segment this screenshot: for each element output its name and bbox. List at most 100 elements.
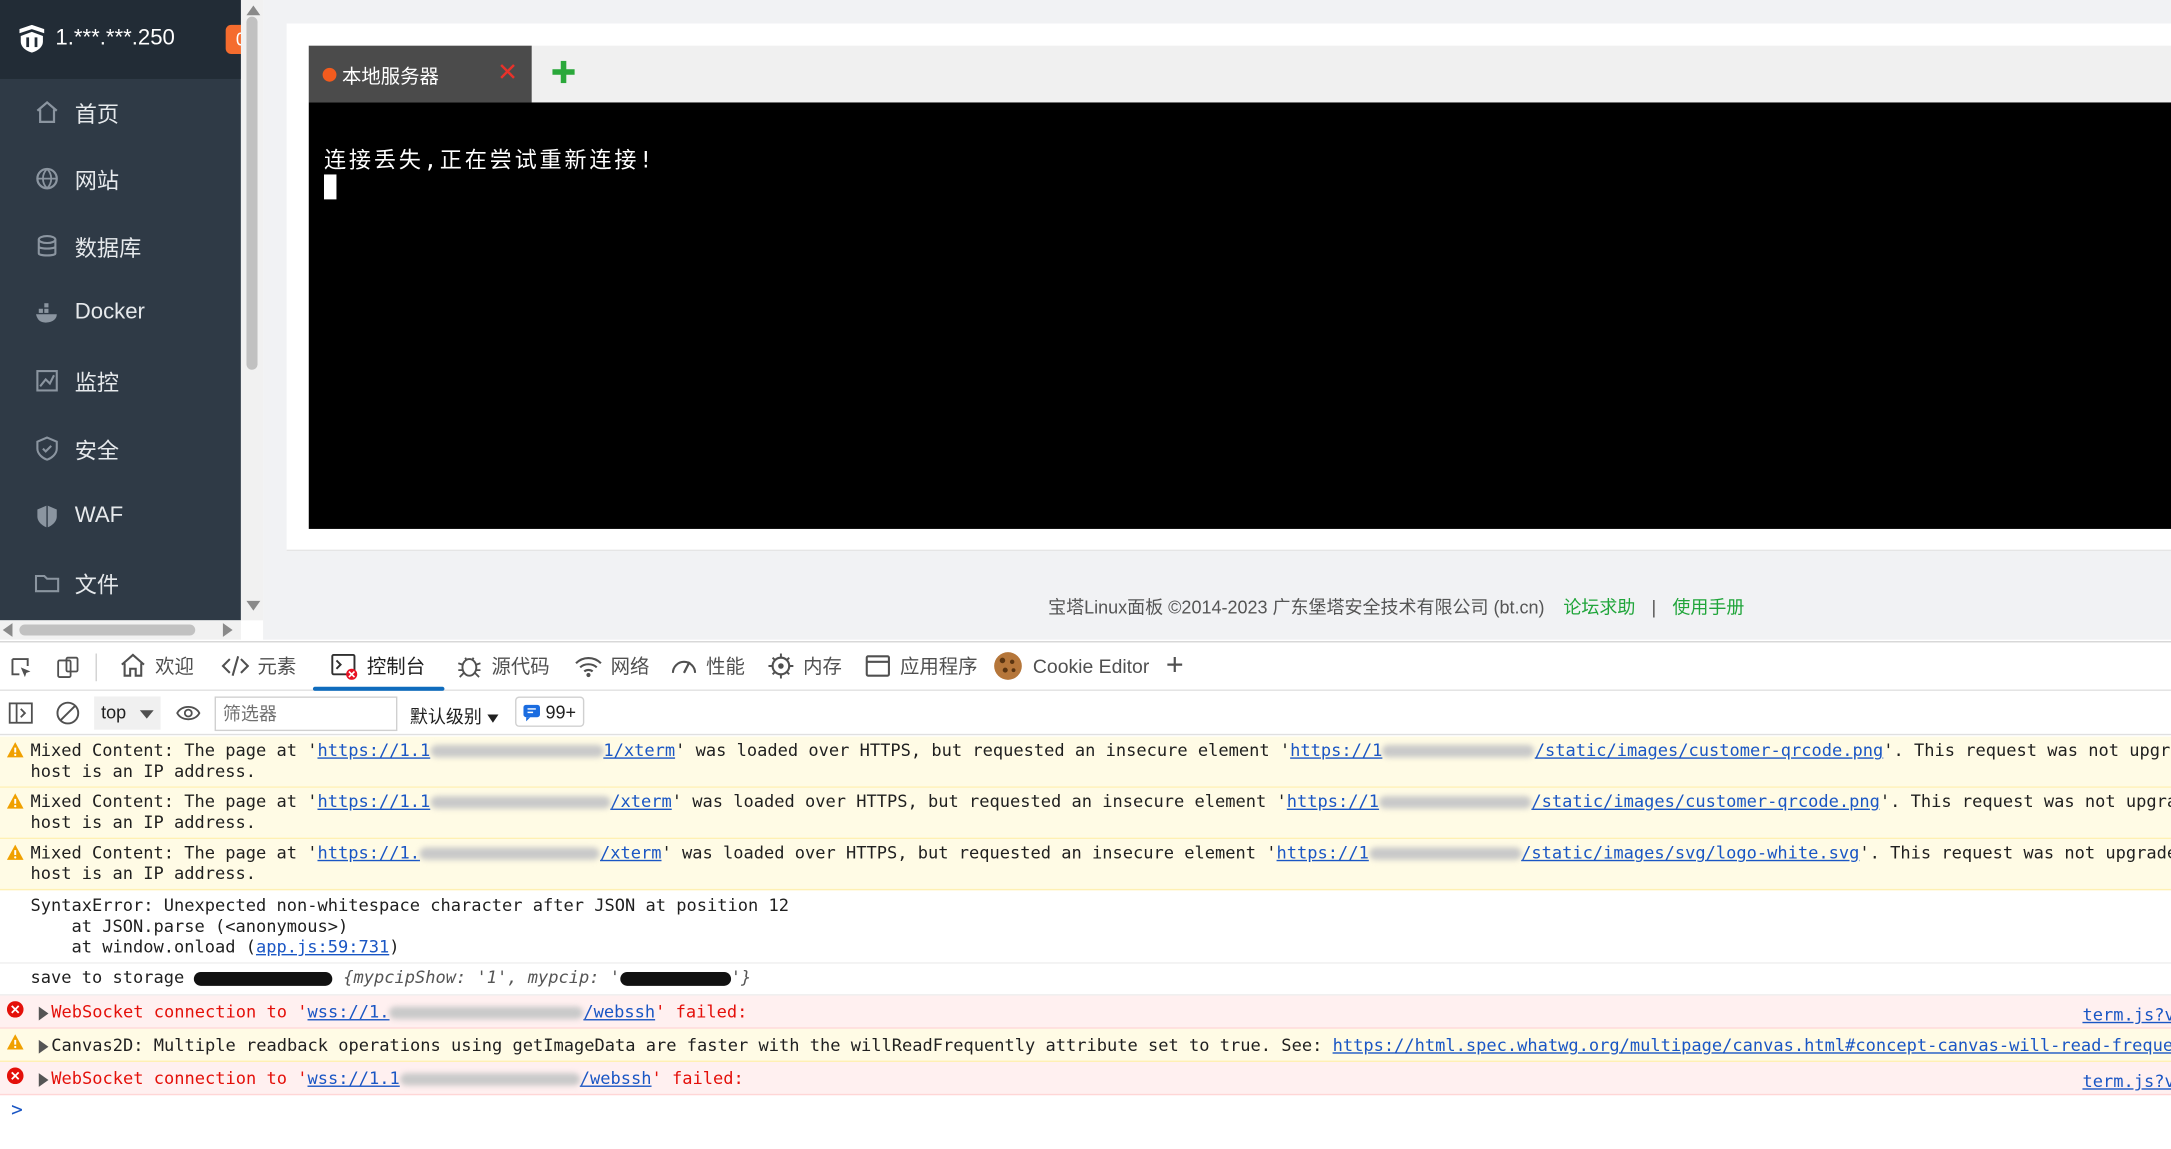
sidebar-item-files[interactable]: 文件 xyxy=(0,550,241,616)
expand-triangle-icon[interactable] xyxy=(38,1072,49,1087)
memory-chip-icon xyxy=(768,653,794,679)
sidebar-item-security[interactable]: 安全 xyxy=(0,415,241,481)
close-icon[interactable]: ✕ xyxy=(497,58,518,87)
page-url-link[interactable]: https://1./xterm xyxy=(317,843,661,862)
websocket-url-link[interactable]: wss://1.1/webssh xyxy=(308,1069,652,1088)
scroll-left-arrow-icon[interactable] xyxy=(2,623,13,637)
console-error-row[interactable]: WebSocket connection to 'wss://1.1/webss… xyxy=(0,1061,2171,1096)
shield-icon xyxy=(36,436,58,461)
folder-icon xyxy=(34,574,60,593)
tab-sources[interactable]: 源代码 xyxy=(456,642,550,689)
page-url-link[interactable]: https://1.1/xterm xyxy=(317,792,671,811)
context-value: top xyxy=(101,701,127,723)
sidebar-item-label: WAF xyxy=(74,503,124,528)
devtools-tab-bar: 欢迎 元素 控制台 源代码 网络 性能 内存 应用程序 Cookie Edito… xyxy=(0,641,2171,691)
page-url-link[interactable]: https://1.1 1/xterm xyxy=(317,741,675,760)
tab-performance[interactable]: 性能 xyxy=(670,642,745,689)
sidebar-item-website[interactable]: 网站 xyxy=(0,145,241,211)
sidebar-toggle-icon[interactable] xyxy=(8,702,33,724)
console-output: Mixed Content: The page at 'https://1.1 1… xyxy=(0,736,2171,1149)
console-log-row: save to storage {mypcipShow: '1', mypcip… xyxy=(0,964,2171,996)
device-emulation-icon[interactable] xyxy=(55,655,80,680)
server-ip: 1.***.***.250 xyxy=(55,26,175,50)
globe-icon xyxy=(36,167,58,190)
warning-icon xyxy=(6,1034,24,1050)
sidebar-item-monitor[interactable]: 监控 xyxy=(0,348,241,414)
console-message: WebSocket connection to 'wss://1.1/webss… xyxy=(38,1069,744,1090)
inspect-element-icon[interactable] xyxy=(8,655,33,680)
tab-label: Cookie Editor xyxy=(1032,654,1150,678)
message-count: 99+ xyxy=(545,701,577,723)
context-select[interactable]: top xyxy=(94,696,161,730)
sidebar: 1.***.***.250 0 首页 网站 数据库 Docker 监控 安全 xyxy=(0,0,257,621)
scroll-up-arrow-icon[interactable] xyxy=(246,5,261,16)
error-icon xyxy=(6,1067,24,1085)
sidebar-item-waf[interactable]: WAF xyxy=(0,483,241,549)
source-link[interactable]: term.js?v xyxy=(2082,1005,2171,1024)
storage-object[interactable]: {mypcipShow: '1', mypcip: ' '} xyxy=(343,968,751,987)
console-message: save to storage {mypcipShow: '1', mypcip… xyxy=(30,967,752,988)
add-panel-button[interactable]: + xyxy=(1166,647,1184,683)
resource-url-link[interactable]: https://1/static/images/svg/logo-white.s… xyxy=(1277,843,1860,862)
sidebar-vertical-scrollbar[interactable] xyxy=(240,0,264,621)
tab-application[interactable]: 应用程序 xyxy=(864,642,978,689)
chevron-down-icon xyxy=(139,710,154,719)
tab-welcome[interactable]: 欢迎 xyxy=(119,642,194,689)
home-icon xyxy=(121,653,145,677)
message-count-button[interactable]: 99+ xyxy=(515,696,585,727)
scroll-down-arrow-icon[interactable] xyxy=(246,600,261,611)
websocket-url-link[interactable]: wss://1./webssh xyxy=(308,1002,656,1021)
tab-cookie-editor[interactable]: Cookie Editor xyxy=(991,642,1149,689)
scrollbar-thumb[interactable] xyxy=(246,16,258,370)
server-header[interactable]: 1.***.***.250 0 xyxy=(0,0,257,79)
resource-url-link[interactable]: https://1/static/images/customer-qrcode.… xyxy=(1290,741,1883,760)
log-level-dropdown[interactable]: 默认级别 xyxy=(410,702,499,728)
scrollbar-thumb[interactable] xyxy=(19,624,196,636)
console-message: Canvas2D: Multiple readback operations u… xyxy=(38,1036,2171,1057)
add-tab-icon[interactable] xyxy=(548,57,578,87)
console-icon xyxy=(331,653,358,680)
console-warning-row: Mixed Content: The page at 'https://1.1 1… xyxy=(0,736,2171,788)
tab-memory[interactable]: 内存 xyxy=(767,642,842,689)
resource-url-link[interactable]: https://1/static/images/customer-qrcode.… xyxy=(1287,792,1880,811)
sidebar-item-label: 监控 xyxy=(74,372,120,396)
terminal-output: 连接丢失,正在尝试重新连接! xyxy=(323,146,656,174)
console-warning-row[interactable]: Canvas2D: Multiple readback operations u… xyxy=(0,1028,2171,1062)
console-message: WebSocket connection to 'wss://1./webssh… xyxy=(38,1002,748,1023)
console-prompt[interactable]: > xyxy=(11,1099,23,1121)
sidebar-item-docker[interactable]: Docker xyxy=(0,280,241,346)
tab-label: 欢迎 xyxy=(155,654,194,678)
clear-console-icon[interactable] xyxy=(55,701,80,726)
source-location-link[interactable]: app.js:59:731 xyxy=(256,937,389,956)
tab-elements[interactable]: 元素 xyxy=(221,642,296,689)
terminal-tab-local-server[interactable]: 本地服务器 ✕ xyxy=(308,45,532,103)
tab-label: 控制台 xyxy=(366,654,426,678)
console-message: Mixed Content: The page at 'https://1.1 1… xyxy=(30,740,2171,781)
spec-link[interactable]: https://html.spec.whatwg.org/multipage/c… xyxy=(1333,1036,2171,1055)
source-link[interactable]: term.js?v xyxy=(2082,1072,2171,1091)
sidebar-item-label: 网站 xyxy=(74,170,120,194)
gauge-icon xyxy=(671,660,697,674)
tab-network[interactable]: 网络 xyxy=(575,642,650,689)
bt-logo-icon xyxy=(19,24,45,53)
chevron-down-icon xyxy=(487,713,499,723)
sidebar-item-database[interactable]: 数据库 xyxy=(0,213,241,279)
forum-help-link[interactable]: 论坛求助 xyxy=(1563,597,1635,618)
console-error-row[interactable]: WebSocket connection to 'wss://1./webssh… xyxy=(0,995,2171,1029)
live-expression-eye-icon[interactable] xyxy=(176,702,201,724)
console-filter-input[interactable] xyxy=(214,696,398,732)
terminal-screen[interactable]: 连接丢失,正在尝试重新连接! xyxy=(308,102,2171,529)
console-toolbar: top 默认级别 99+ xyxy=(0,690,2171,736)
sidebar-item-label: 安全 xyxy=(74,440,120,464)
sidebar-horizontal-scrollbar[interactable] xyxy=(0,620,241,640)
manual-link[interactable]: 使用手册 xyxy=(1672,597,1744,618)
docker-icon xyxy=(35,303,57,323)
scroll-right-arrow-icon[interactable] xyxy=(222,623,233,637)
tab-console[interactable]: 控制台 xyxy=(312,642,445,691)
bug-icon xyxy=(458,657,481,678)
expand-triangle-icon[interactable] xyxy=(38,1005,49,1020)
tab-label: 网络 xyxy=(610,654,650,678)
sidebar-item-home[interactable]: 首页 xyxy=(0,79,241,145)
page-footer: 宝塔Linux面板 ©2014-2023 广东堡塔安全技术有限公司 (bt.cn… xyxy=(1048,593,1744,619)
expand-triangle-icon[interactable] xyxy=(38,1039,49,1053)
